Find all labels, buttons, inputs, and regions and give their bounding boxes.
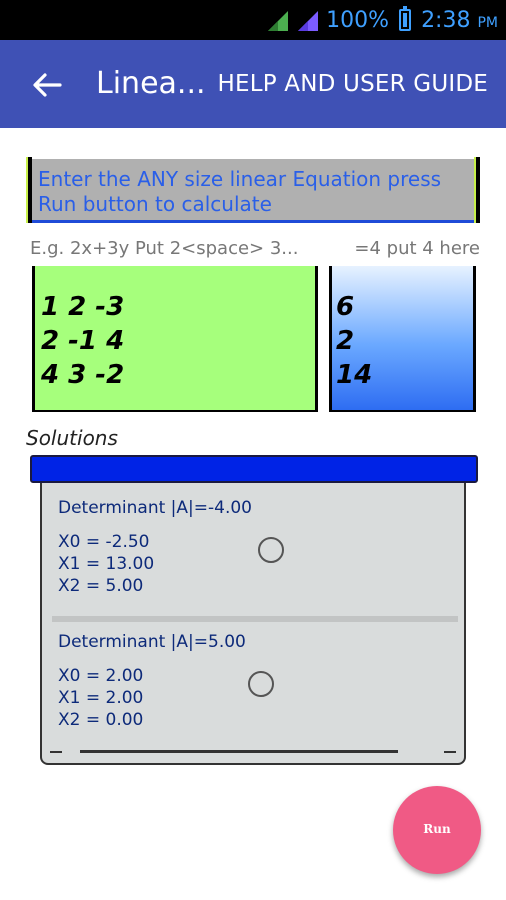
x1-value: X1 = 13.00 bbox=[58, 554, 155, 574]
signal-icon-2 bbox=[298, 11, 319, 31]
scroll-edge-mark bbox=[50, 751, 62, 753]
constants-rows: 6 2 14 bbox=[336, 290, 372, 392]
x2-value: X2 = 5.00 bbox=[58, 576, 144, 596]
instruction-text: Enter the ANY size linear Equation press… bbox=[38, 167, 442, 216]
matrix-rows: 1 2 -3 2 -1 4 4 3 -2 bbox=[41, 290, 124, 392]
solutions-header-bar bbox=[30, 455, 478, 483]
solution-radio-button[interactable] bbox=[258, 537, 284, 563]
constant-row: 14 bbox=[336, 360, 373, 390]
back-arrow-icon[interactable] bbox=[30, 68, 64, 102]
battery-percentage: 100% bbox=[326, 7, 390, 33]
matrix-row: 4 3 -2 bbox=[41, 360, 125, 390]
matrix-row: 1 2 -3 bbox=[41, 292, 125, 322]
constants-input[interactable]: 6 2 14 bbox=[329, 266, 476, 412]
status-bar: 100% 2:38 PM bbox=[0, 0, 506, 40]
divider bbox=[52, 616, 458, 622]
coefficient-matrix-input[interactable]: 1 2 -3 2 -1 4 4 3 -2 bbox=[32, 266, 318, 412]
x2-value: X2 = 0.00 bbox=[58, 710, 144, 730]
solution-item: Determinant |A|=5.00 X0 = 2.00 X1 = 2.00… bbox=[58, 631, 246, 731]
constant-row: 2 bbox=[336, 326, 355, 356]
x1-value: X1 = 2.00 bbox=[58, 688, 144, 708]
app-bar: Linea... HELP AND USER GUIDE bbox=[0, 40, 506, 128]
signal-icon bbox=[268, 11, 289, 31]
run-button[interactable]: Run bbox=[393, 786, 481, 874]
help-user-guide-button[interactable]: HELP AND USER GUIDE bbox=[217, 71, 488, 97]
constant-row: 6 bbox=[336, 292, 355, 322]
x0-value: X0 = 2.00 bbox=[58, 666, 144, 686]
page-title: Linea... bbox=[96, 66, 206, 101]
battery-icon bbox=[399, 6, 412, 31]
determinant-text: Determinant |A|=-4.00 bbox=[58, 498, 252, 518]
coefficient-hint: E.g. 2x+3y Put 2<space> 3... bbox=[30, 238, 299, 259]
constant-hint: =4 put 4 here bbox=[354, 238, 480, 259]
solution-radio-button[interactable] bbox=[248, 671, 274, 697]
instruction-box: Enter the ANY size linear Equation press… bbox=[26, 157, 480, 223]
solutions-label: Solutions bbox=[26, 426, 118, 450]
clock: 2:38 PM bbox=[421, 7, 498, 33]
x0-value: X0 = -2.50 bbox=[58, 532, 150, 552]
determinant-text: Determinant |A|=5.00 bbox=[58, 632, 246, 652]
scrollbar[interactable] bbox=[80, 750, 398, 753]
solution-item: Determinant |A|=-4.00 X0 = -2.50 X1 = 13… bbox=[58, 497, 252, 597]
matrix-row: 2 -1 4 bbox=[41, 326, 125, 356]
run-label: Run bbox=[423, 822, 451, 836]
scroll-edge-mark bbox=[444, 751, 456, 753]
solutions-list[interactable]: Determinant |A|=-4.00 X0 = -2.50 X1 = 13… bbox=[40, 483, 466, 765]
